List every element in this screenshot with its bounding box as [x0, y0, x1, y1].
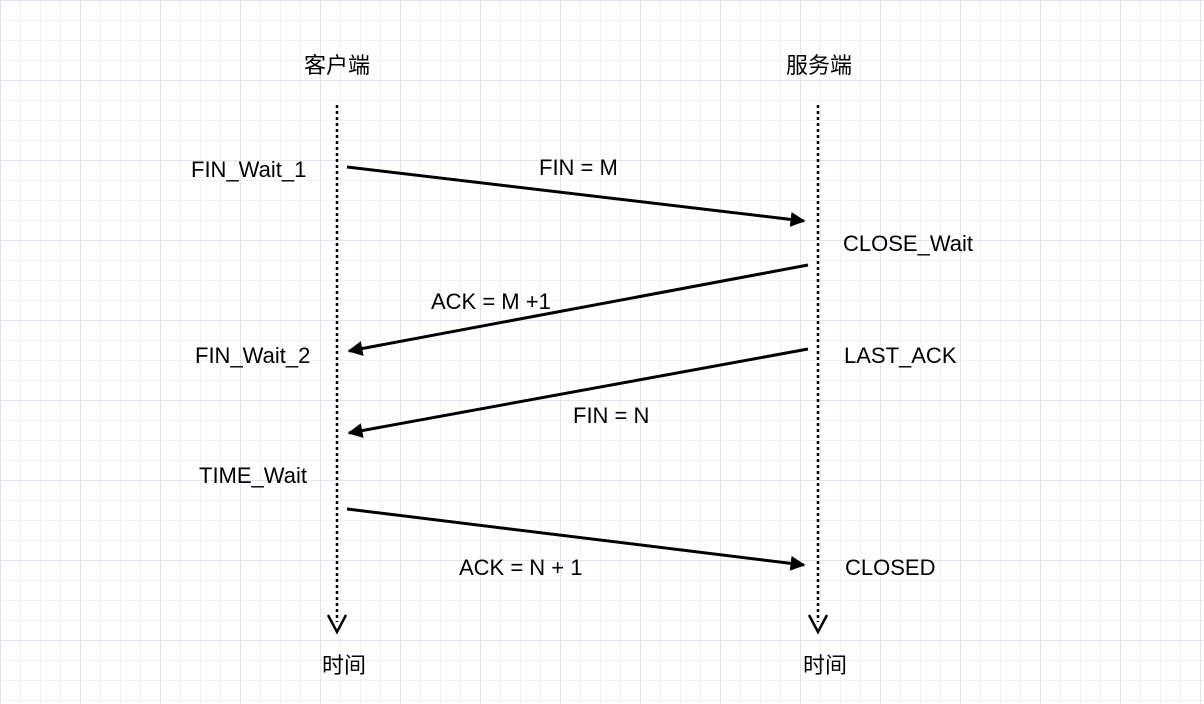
message-label-fin-m: FIN = M [539, 155, 618, 180]
message-label-ack-m1: ACK = M +1 [431, 289, 551, 314]
server-title: 服务端 [786, 54, 853, 79]
server-state-close-wait: CLOSE_Wait [843, 231, 974, 256]
message-label-ack-n1: ACK = N + 1 [459, 555, 583, 580]
client-state-time-wait: TIME_Wait [199, 463, 307, 488]
client-title: 客户端 [304, 54, 371, 79]
client-time-label: 时间 [322, 654, 367, 679]
message-label-fin-n: FIN = N [573, 403, 650, 428]
client-state-fin-wait-1: FIN_Wait_1 [191, 157, 307, 182]
sequence-diagram [326, 105, 829, 635]
message-arrow-ack-m1 [347, 263, 809, 356]
server-state-last-ack: LAST_ACK [844, 343, 957, 368]
server-state-closed: CLOSED [845, 555, 936, 580]
server-time-label: 时间 [803, 654, 848, 679]
client-state-fin-wait-2: FIN_Wait_2 [195, 343, 311, 368]
